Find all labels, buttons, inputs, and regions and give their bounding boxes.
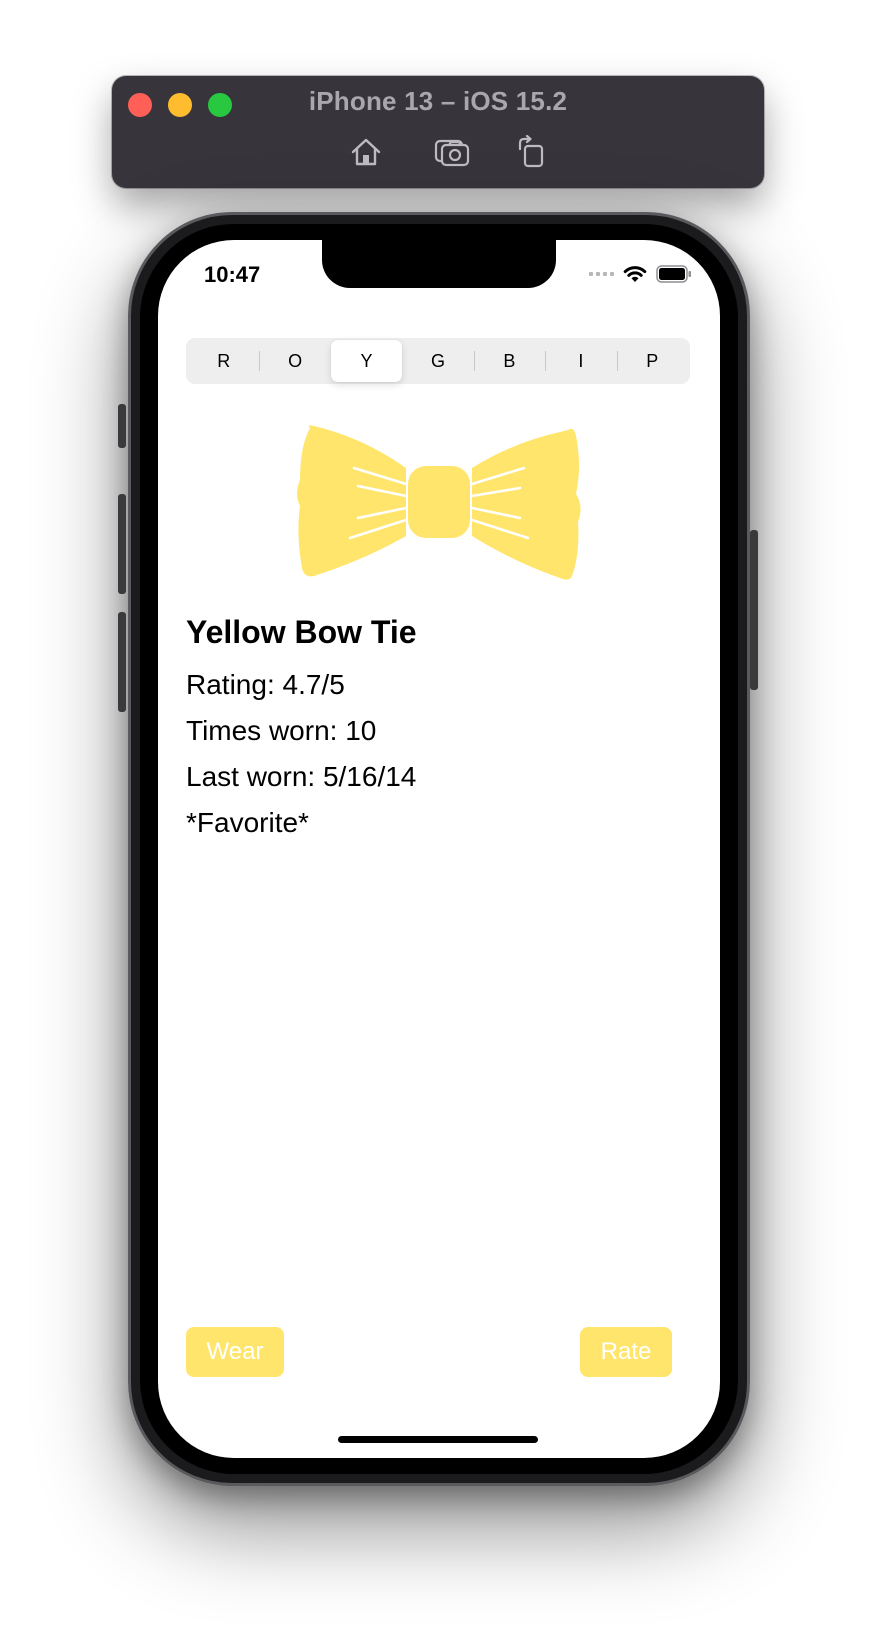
power-button [750,530,758,690]
battery-icon [656,265,691,283]
segment-r[interactable]: R [188,340,259,382]
segment-y[interactable]: Y [330,340,403,382]
simulator-title: iPhone 13 – iOS 15.2 [308,86,568,116]
volume-up-button [118,494,126,594]
times-worn-text: Times worn: 10 [186,715,377,746]
cellular-signal-icon [589,272,614,276]
bow-tie-details: Yellow Bow Tie Rating: 4.7/5 Times worn:… [186,612,417,846]
segment-g[interactable]: G [402,340,473,382]
bow-tie-icon [297,425,581,580]
wear-button[interactable]: Wear [186,1327,284,1377]
status-time: 10:47 [204,262,261,287]
segment-o[interactable]: O [259,340,330,382]
volume-down-button [118,612,126,712]
favorite-text: *Favorite* [186,807,309,838]
simulator-titlebar: iPhone 13 – iOS 15.2 [112,76,764,188]
rotate-button[interactable] [511,134,551,170]
status-icons [589,264,692,284]
phone-screen: 10:47 R O Y G B I P Yellow Bow Tie Ratin… [158,240,720,1458]
last-worn-text: Last worn: 5/16/14 [186,761,417,792]
simulator-stage: iPhone 13 – iOS 15.2 10:47 R O Y G B I P… [0,0,876,1636]
rotate-icon [518,135,544,168]
segment-i[interactable]: I [545,340,616,382]
segment-b[interactable]: B [473,340,545,382]
rate-button[interactable]: Rate [580,1327,672,1377]
bow-tie-name: Yellow Bow Tie [186,614,417,650]
wifi-icon [623,266,647,282]
home-icon [351,138,381,166]
home-indicator[interactable] [338,1436,538,1443]
screenshot-button[interactable] [432,134,472,170]
home-button[interactable] [346,134,386,170]
segment-p[interactable]: P [616,340,688,382]
color-segmented-control: R O Y G B I P [186,338,690,384]
rating-text: Rating: 4.7/5 [186,669,345,700]
screenshot-icon [434,139,470,167]
notch [322,240,556,288]
silent-switch [118,404,126,448]
